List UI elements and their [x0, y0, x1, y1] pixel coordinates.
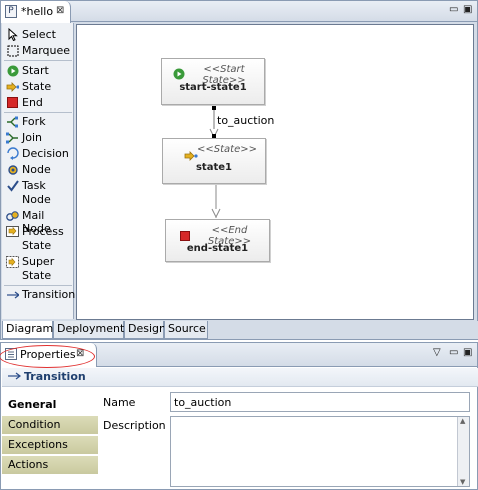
palette-item-label: Super: [22, 255, 55, 268]
palette-item-label: Select: [22, 28, 56, 41]
cursor-icon: [6, 28, 19, 41]
palette-item-join[interactable]: Join: [2, 131, 74, 144]
palette-item-label: State: [22, 80, 52, 93]
palette: Select Marquee Start State End Fork Join…: [2, 23, 76, 319]
node-name: state1: [195, 162, 232, 173]
task-node-icon: [6, 179, 19, 192]
tab-source[interactable]: Source: [164, 321, 208, 339]
description-scrollbar[interactable]: ▲ ▼: [457, 417, 469, 486]
transition-arrow-icon: [6, 288, 19, 301]
node-name: start-state1: [179, 82, 247, 93]
side-tab-general[interactable]: General: [2, 396, 98, 415]
side-tab-condition[interactable]: Condition: [2, 416, 98, 435]
maximize-icon[interactable]: ▣: [463, 347, 472, 358]
properties-section-header: Transition: [2, 368, 478, 387]
view-menu-icon[interactable]: ▽: [433, 347, 441, 358]
minimize-icon[interactable]: ▭: [449, 4, 458, 15]
process-editor: P *hello ⊠ ▭ ▣ Select Marquee Start Stat…: [0, 0, 478, 340]
palette-item-label: End: [22, 96, 43, 109]
palette-item-transition[interactable]: Transition: [2, 288, 76, 301]
palette-item-label: Start: [22, 64, 49, 77]
palette-item-fork[interactable]: Fork: [2, 115, 74, 128]
minimize-icon[interactable]: ▭: [449, 347, 458, 358]
tab-design[interactable]: Design: [124, 321, 166, 339]
editor-tab-bar: P *hello ⊠ ▭ ▣: [1, 1, 477, 23]
maximize-icon[interactable]: ▣: [463, 4, 472, 15]
palette-divider: [4, 112, 72, 113]
palette-item-label: Decision: [22, 147, 69, 160]
editor-page-tabs: Diagram Deployment Design Source: [2, 321, 478, 339]
node-name: end-state1: [186, 243, 249, 254]
start-icon: [173, 68, 185, 83]
palette-item-start[interactable]: Start: [2, 64, 74, 77]
palette-item-label: Process: [22, 225, 64, 238]
palette-divider: [4, 60, 72, 61]
name-field[interactable]: [170, 392, 470, 412]
editor-tab-title: *hello: [21, 5, 54, 18]
palette-item-label: Fork: [22, 115, 46, 128]
properties-side-tabs: General Condition Exceptions Actions: [2, 396, 98, 490]
process-state-icon: [6, 225, 19, 238]
palette-item-label: State: [22, 269, 52, 282]
marquee-icon: [6, 44, 19, 57]
node-icon: [6, 163, 19, 176]
close-icon[interactable]: ⊠: [56, 5, 64, 16]
transition-label[interactable]: to_auction: [217, 114, 274, 127]
palette-item-state[interactable]: State: [2, 80, 74, 93]
name-label: Name: [103, 396, 136, 409]
start-icon: [6, 64, 19, 77]
palette-item-task-node[interactable]: Task Node: [2, 179, 74, 207]
process-file-icon: P: [5, 5, 17, 18]
palette-item-super-state[interactable]: Super State: [2, 255, 74, 283]
highlight-ellipse: [0, 345, 95, 368]
description-label: Description: [103, 419, 166, 432]
properties-view: Properties ⊠ ▽ ▭ ▣ Transition General Co…: [0, 342, 478, 490]
join-icon: [6, 131, 19, 144]
palette-item-process-state[interactable]: Process State: [2, 225, 74, 253]
description-field[interactable]: ▲ ▼: [170, 416, 470, 487]
side-tab-exceptions[interactable]: Exceptions: [2, 436, 98, 455]
palette-item-label: Node: [22, 193, 51, 206]
palette-item-label: State: [22, 239, 52, 252]
end-icon: [6, 96, 19, 109]
diagram-canvas[interactable]: to_auction <<Start State>> start-state1 …: [76, 24, 474, 320]
super-state-icon: [6, 255, 19, 268]
scroll-down-icon[interactable]: ▼: [460, 478, 465, 486]
palette-item-label: Marquee: [22, 44, 71, 57]
decision-icon: [6, 147, 19, 160]
transition-arrow-icon: [7, 371, 21, 384]
scroll-up-icon[interactable]: ▲: [460, 417, 465, 425]
state-node[interactable]: <<State>> state1: [162, 138, 266, 184]
palette-item-label: Node: [22, 163, 51, 176]
palette-item-label: Task: [22, 179, 46, 192]
palette-item-marquee[interactable]: Marquee: [2, 44, 74, 57]
fork-icon: [6, 115, 19, 128]
properties-tab-bar: Properties ⊠ ▽ ▭ ▣: [0, 343, 477, 368]
tab-diagram[interactable]: Diagram: [2, 321, 53, 339]
transition-lines: [209, 106, 221, 219]
state-icon: [6, 80, 19, 93]
palette-item-decision[interactable]: Decision: [2, 147, 74, 160]
mail-node-icon: [6, 209, 19, 222]
palette-item-select[interactable]: Select: [2, 28, 74, 41]
palette-item-label: Join: [22, 131, 43, 144]
side-tab-actions[interactable]: Actions: [2, 456, 98, 475]
end-state-node[interactable]: <<End State>> end-state1: [165, 219, 270, 262]
editor-tab-hello[interactable]: P *hello ⊠: [1, 1, 71, 23]
start-state-node[interactable]: <<Start State>> start-state1: [161, 58, 265, 105]
tab-deployment[interactable]: Deployment: [53, 321, 124, 339]
palette-divider: [4, 285, 72, 286]
palette-item-node[interactable]: Node: [2, 163, 74, 176]
node-stereotype: <<State>>: [197, 144, 257, 155]
palette-item-label: Transition: [22, 288, 76, 301]
palette-item-end[interactable]: End: [2, 96, 74, 109]
section-title: Transition: [24, 370, 86, 383]
